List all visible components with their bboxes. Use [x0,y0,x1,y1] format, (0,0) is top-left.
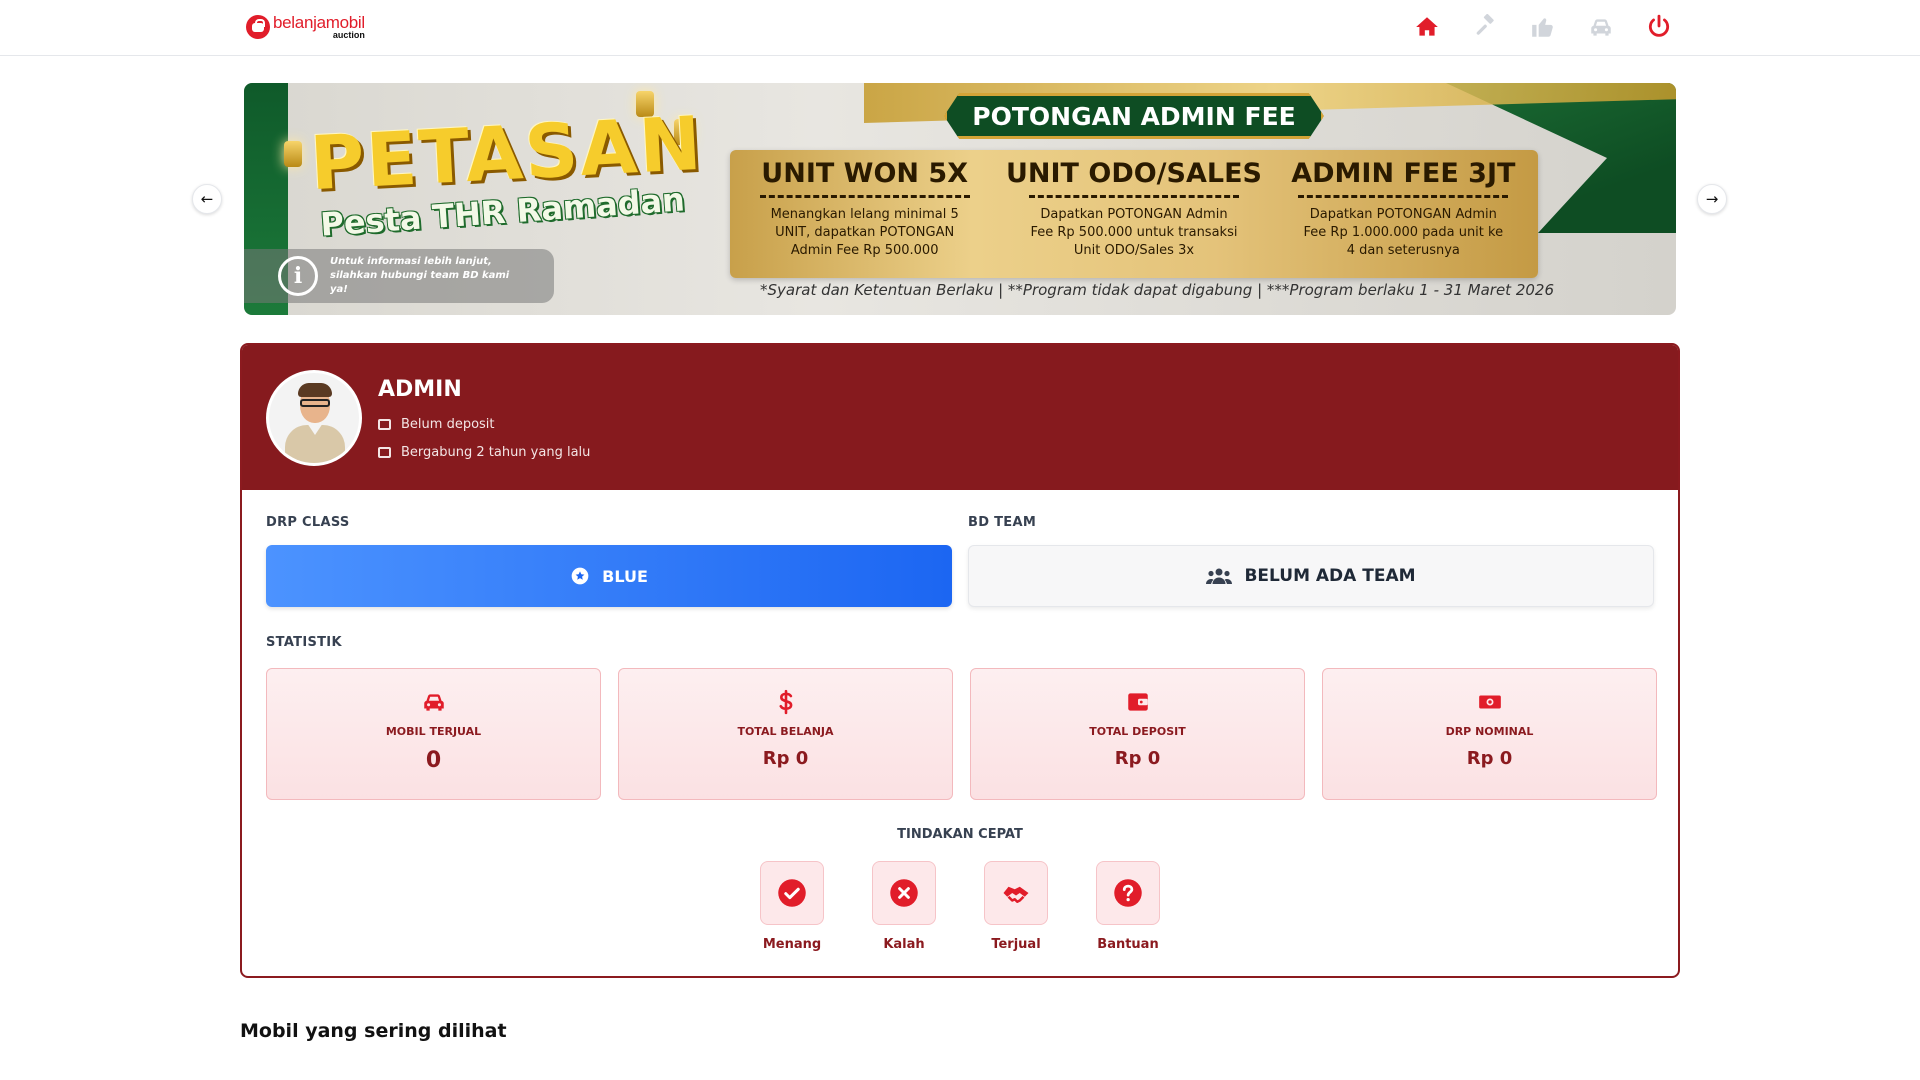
profile-card: ADMIN Belum deposit Bergabung 2 tahun ya… [240,343,1680,978]
nav-home[interactable] [1412,12,1442,42]
wallet-icon [1127,693,1148,711]
shopping-bag-logo-icon [246,15,270,39]
bd-team-badge[interactable]: BELUM ADA TEAM [968,545,1654,607]
quick-action-label: Bantuan [1097,937,1159,952]
gavel-icon [1476,14,1494,35]
stat-mobil-terjual: MOBIL TERJUAL 0 [266,668,601,800]
top-navbar: belanjamobil auction [0,0,1920,56]
carousel-next-button[interactable]: → [1697,184,1727,214]
stat-value: Rp 0 [762,748,809,769]
users-icon [1206,568,1233,584]
banner-ribbon: POTONGAN ADMIN FEE [944,93,1324,139]
lantern-icon [284,141,302,167]
nav-logout[interactable] [1644,12,1674,42]
quick-action-menang[interactable]: Menang [752,861,832,952]
stat-total-deposit: TOTAL DEPOSIT Rp 0 [970,668,1305,800]
info-icon: i [278,256,318,296]
car-icon [1591,19,1611,36]
dollar-icon [779,689,792,715]
banner-info-text: Untuk informasi lebih lanjut, silahkan h… [330,256,510,295]
power-icon [1648,14,1670,37]
promo-title: UNIT ODO/SALES [1005,158,1262,189]
joined-info: Bergabung 2 tahun yang lalu [378,445,590,460]
bd-team-label: BD TEAM [968,515,1037,530]
quick-action-label: Menang [762,937,822,952]
main-nav [1412,12,1674,42]
stat-drp-nominal: DRP NOMINAL Rp 0 [1322,668,1657,800]
banner-info: i Untuk informasi lebih lanjut, silahkan… [244,249,554,303]
arrow-right-icon: → [1705,190,1719,208]
divider [759,195,970,198]
nav-auction[interactable] [1470,12,1500,42]
star-circle-icon [571,567,589,585]
deposit-status: Belum deposit [378,417,495,432]
profile-name: ADMIN [378,377,462,402]
x-circle-icon [890,879,918,907]
thumbs-up-icon [1532,18,1553,37]
calendar-icon [378,447,391,458]
avatar [266,370,362,466]
profile-header: ADMIN Belum deposit Bergabung 2 tahun ya… [242,345,1678,490]
drp-class-label: DRP CLASS [266,515,350,530]
stat-value: Rp 0 [1114,748,1161,769]
statistik-label: STATISTIK [266,635,342,650]
promo-title: ADMIN FEE 3JT [1291,158,1516,189]
quick-action-terjual[interactable]: Terjual [976,861,1056,952]
logo-sub: auction [332,30,365,40]
promo-text: Menangkan lelang minimal 5 UNIT, dapatka… [770,207,959,258]
stat-total-belanja: TOTAL BELANJA Rp 0 [618,668,953,800]
promo-item: ADMIN FEE 3JT Dapatkan POTONGAN Admin Fe… [1269,150,1538,278]
quick-action-label: Terjual [991,937,1041,952]
logo[interactable]: belanjamobil auction [246,12,365,42]
banner-disclaimer: *Syarat dan Ketentuan Berlaku | **Progra… [760,281,1554,299]
drp-class-badge[interactable]: BLUE [266,545,952,607]
cash-icon [1478,695,1501,709]
stat-label: MOBIL TERJUAL [385,725,482,738]
bd-team-value: BELUM ADA TEAM [1244,566,1416,586]
drp-class-value: BLUE [602,566,648,586]
quick-action-bantuan[interactable]: Bantuan [1088,861,1168,952]
car-icon [423,694,444,711]
credit-card-icon [378,419,391,430]
arrow-left-icon: ← [200,190,214,208]
stat-label: TOTAL BELANJA [737,725,834,738]
promo-box: UNIT WON 5X Menangkan lelang minimal 5 U… [730,150,1538,278]
nav-cars[interactable] [1586,12,1616,42]
promo-banner[interactable]: PETASAN Pesta THR Ramadan i Untuk inform… [244,83,1676,315]
stat-value: Rp 0 [1466,748,1513,769]
handshake-icon [1003,886,1029,903]
promo-item: UNIT ODO/SALES Dapatkan POTONGAN Admin F… [999,150,1268,278]
check-circle-icon [778,879,806,907]
stat-label: TOTAL DEPOSIT [1089,725,1186,738]
promo-text: Dapatkan POTONGAN Admin Fee Rp 1.000.000… [1303,207,1504,258]
stat-value: 0 [425,748,442,773]
promo-text: Dapatkan POTONGAN Admin Fee Rp 500.000 u… [1030,207,1238,258]
quick-action-label: Kalah [883,937,925,952]
divider [1298,195,1509,198]
bantuan-button[interactable] [1096,861,1160,925]
carousel-prev-button[interactable]: ← [192,184,222,214]
promo-item: UNIT WON 5X Menangkan lelang minimal 5 U… [730,150,999,278]
divider [1028,195,1239,198]
home-icon [1416,17,1438,36]
question-circle-icon [1114,879,1142,907]
quick-action-kalah[interactable]: Kalah [864,861,944,952]
quick-actions-label: TINDAKAN CEPAT [897,827,1023,842]
nav-favorite[interactable] [1528,12,1558,42]
deposit-status-text: Belum deposit [401,417,495,432]
terjual-button[interactable] [984,861,1048,925]
kalah-button[interactable] [872,861,936,925]
logo-name: belanjamobil [273,13,365,32]
menang-button[interactable] [760,861,824,925]
recent-cars-title: Mobil yang sering dilihat [240,1020,507,1042]
promo-title: UNIT WON 5X [761,158,969,189]
stat-label: DRP NOMINAL [1445,725,1534,738]
joined-text: Bergabung 2 tahun yang lalu [401,445,591,460]
